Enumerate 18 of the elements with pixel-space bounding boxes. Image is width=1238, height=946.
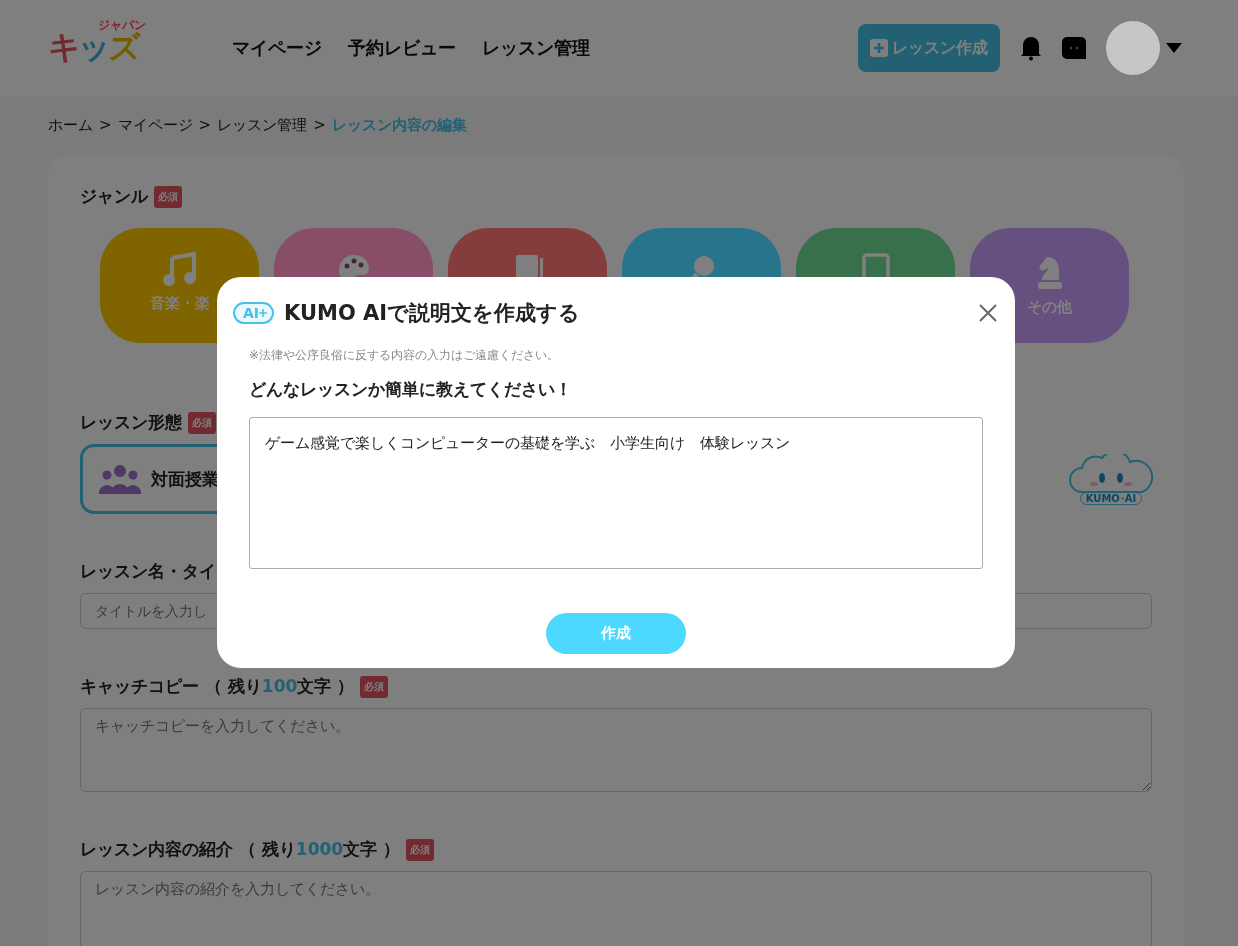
ai-badge: AI xyxy=(233,302,275,324)
required-tag: 必須 xyxy=(154,185,182,208)
field-label: キャッチコピー （ 残り 100文字 ） xyxy=(80,675,355,698)
field-label: ジャンル xyxy=(80,185,148,208)
notice-text: ※法律や公序良俗に反する内容の入力はご遠慮ください。 xyxy=(249,347,561,364)
field-label: レッスン内容の紹介 （ 残り 1000文字 ） xyxy=(80,838,401,861)
breadcrumb-separator: > xyxy=(99,116,112,135)
required-tag: 必須 xyxy=(360,675,389,698)
field-label: レッスン形態 xyxy=(80,411,182,434)
required-tag: 必須 xyxy=(188,411,216,434)
question-label: どんなレッスンか簡単に教えてください！ xyxy=(249,378,573,401)
field-label: レッスン名・タイ xyxy=(80,560,216,583)
logo-subtitle: ジャパン xyxy=(98,17,146,32)
dialog-title: KUMO AIで説明文を作成する xyxy=(284,300,581,327)
required-tag: 必須 xyxy=(406,838,435,861)
breadcrumb-separator: > xyxy=(198,116,212,135)
breadcrumb-separator: > xyxy=(313,116,326,135)
breadcrumb-current: レッスン内容の編集 xyxy=(331,116,467,135)
